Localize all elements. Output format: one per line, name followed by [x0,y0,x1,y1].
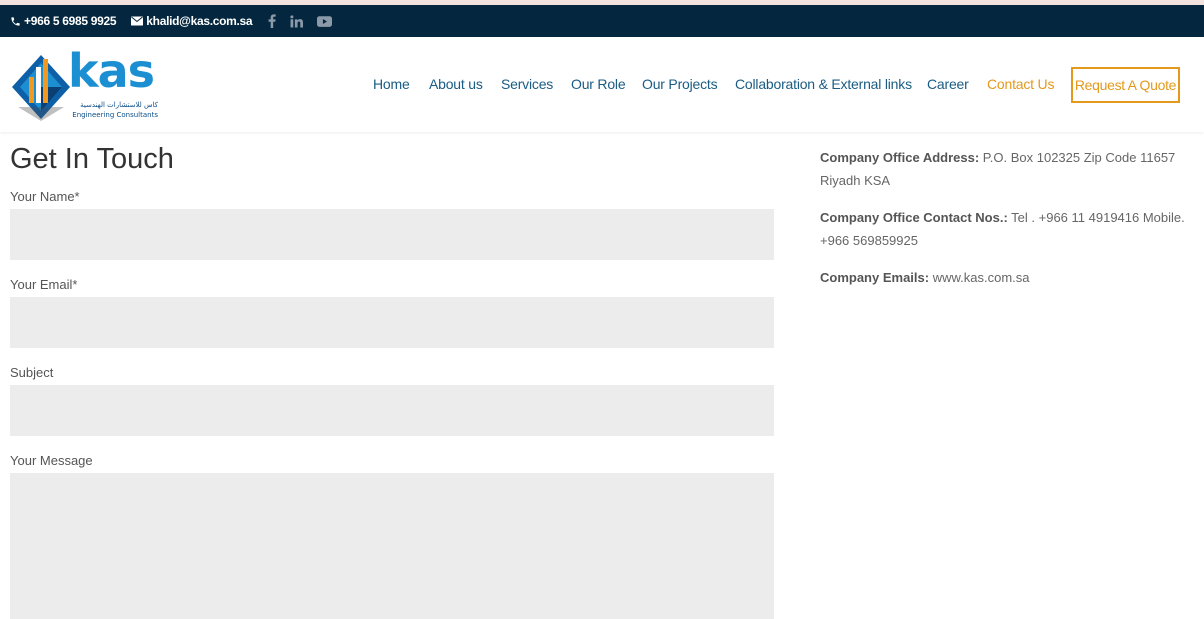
nav-our-projects[interactable]: Our Projects [642,76,718,92]
top-contact-bar: +966 5 6985 9925 khalid@kas.com.sa [0,5,1204,37]
nav-contact-us[interactable]: Contact Us [987,76,1054,92]
email-address: khalid@kas.com.sa [146,14,253,28]
name-label: Your Name* [10,189,80,204]
phone-icon [11,16,20,26]
address-key: Company Office Address: [820,150,980,165]
site-header: kas كاس للاستشارات الهندسية Engineering … [0,37,1204,132]
office-contact-numbers: Company Office Contact Nos.: Tel . +966 … [820,206,1190,252]
request-quote-button[interactable]: Request A Quote [1071,67,1180,103]
envelope-icon [131,16,144,26]
emails-value: www.kas.com.sa [929,270,1030,285]
emails-key: Company Emails: [820,270,930,285]
nav-home[interactable]: Home [373,76,410,92]
subject-input[interactable] [10,385,774,436]
facebook-icon[interactable] [268,14,276,28]
contact-key: Company Office Contact Nos.: [820,210,1008,225]
youtube-icon[interactable] [317,15,333,27]
subject-label: Subject [10,365,54,380]
nav-collaboration[interactable]: Collaboration & External links [735,76,912,92]
main-nav: Home About us Services Our Role Our Proj… [0,37,1204,132]
office-emails: Company Emails: www.kas.com.sa [820,266,1190,289]
message-label: Your Message [10,453,93,468]
nav-about-us[interactable]: About us [429,76,483,92]
name-input[interactable] [10,209,774,260]
office-address: Company Office Address: P.O. Box 102325 … [820,146,1190,192]
phone-number: +966 5 6985 9925 [24,14,117,28]
nav-career[interactable]: Career [927,76,969,92]
linkedin-icon[interactable] [290,14,304,28]
nav-our-role[interactable]: Our Role [571,76,626,92]
email-input[interactable] [10,297,774,348]
email-label: Your Email* [10,277,78,292]
nav-services[interactable]: Services [501,76,553,92]
email-contact[interactable]: khalid@kas.com.sa [131,14,253,28]
page-title: Get In Touch [10,143,174,175]
message-textarea[interactable] [10,473,774,619]
phone-contact[interactable]: +966 5 6985 9925 [10,14,117,28]
